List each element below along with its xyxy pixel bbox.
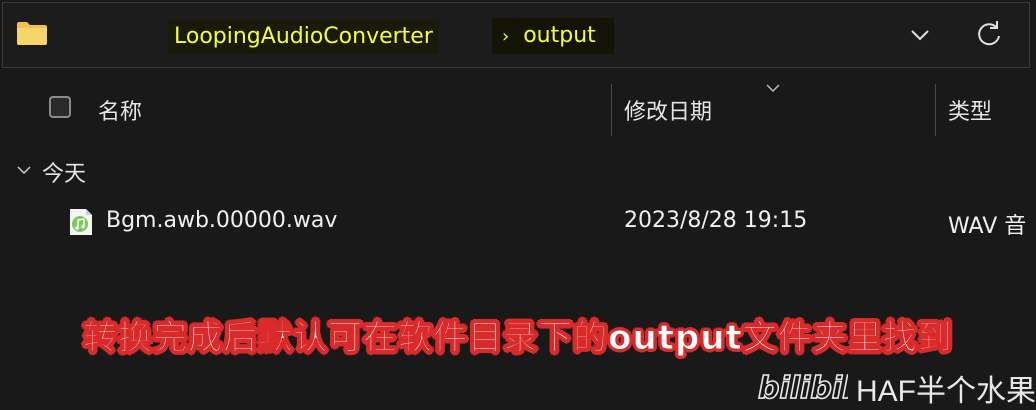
column-header-date-modified[interactable]: 修改日期 xyxy=(624,94,712,126)
breadcrumb-looping-audio-converter[interactable]: LoopingAudioConverter xyxy=(168,20,439,54)
select-all-checkbox[interactable] xyxy=(49,96,71,118)
folder-icon xyxy=(17,22,47,45)
column-divider[interactable] xyxy=(935,84,936,136)
breadcrumb-output-label: output xyxy=(523,23,596,48)
column-header-row xyxy=(0,80,1036,138)
file-name[interactable]: Bgm.awb.00000.wav xyxy=(106,208,337,233)
group-header-today[interactable]: 今天 xyxy=(42,156,86,188)
column-header-name[interactable]: 名称 xyxy=(98,94,142,126)
breadcrumb-output[interactable]: › output xyxy=(492,18,614,54)
breadcrumb-separator: › xyxy=(502,26,510,47)
file-type: WAV 音 xyxy=(948,214,1027,239)
file-date-modified: 2023/8/28 19:15 xyxy=(624,208,808,233)
watermark-text: HAF半个水果 xyxy=(856,375,1036,408)
bilibili-logo-icon: bilibili xyxy=(757,370,848,406)
svg-text:bilibili: bilibili xyxy=(758,371,848,406)
chevron-down-icon[interactable] xyxy=(16,164,32,176)
caption-overlay: 转换完成后默认可在软件目录下的output文件夹里找到 xyxy=(83,318,953,359)
audio-file-icon xyxy=(70,209,92,235)
refresh-icon[interactable] xyxy=(970,16,1008,52)
column-divider[interactable] xyxy=(611,84,612,136)
sort-chevron-icon xyxy=(766,84,780,93)
chevron-down-icon[interactable] xyxy=(900,20,940,50)
column-header-type[interactable]: 类型 xyxy=(948,94,992,126)
